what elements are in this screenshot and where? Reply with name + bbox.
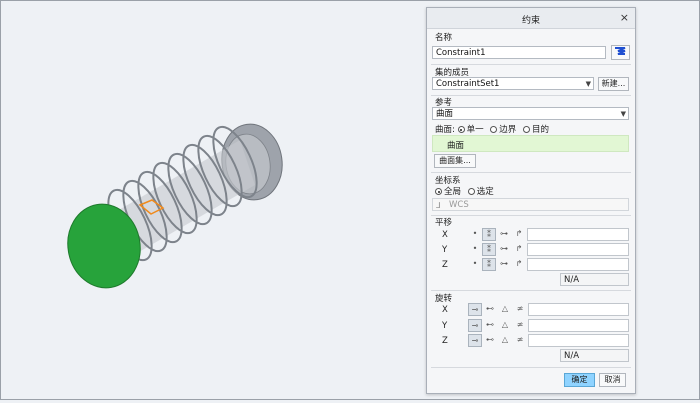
- rotation-y-label: Y: [442, 321, 448, 331]
- name-label: 名称: [435, 33, 453, 43]
- radio-boundary[interactable]: 边界: [490, 125, 516, 135]
- link-icon[interactable]: ⊶: [497, 243, 511, 256]
- rotation-y-value[interactable]: [528, 319, 629, 332]
- surface-mode-row: 曲面: 单一 边界 目的: [435, 123, 549, 135]
- reference-section: 参考 曲面 ▼ 曲面: 单一 边界 目的 曲面 曲面集...: [431, 96, 631, 173]
- prescribed-icon[interactable]: ↱: [512, 243, 526, 256]
- radio-selected[interactable]: 选定: [467, 187, 494, 197]
- rotation-fixed-icon[interactable]: ⊸: [468, 319, 482, 332]
- fixed-icon[interactable]: ⁑: [482, 243, 496, 256]
- cancel-button[interactable]: 取消: [599, 373, 626, 387]
- translation-x-value[interactable]: [527, 228, 629, 241]
- rotation-prescribed-icon[interactable]: ≄: [513, 334, 527, 347]
- coordinate-mode-row: 全局 选定: [435, 185, 494, 197]
- csys-icon: ⅃: [436, 201, 441, 210]
- surface-set-button[interactable]: 曲面集...: [434, 154, 476, 168]
- rotation-pin-icon[interactable]: △: [498, 334, 512, 347]
- rotation-z-label: Z: [442, 336, 448, 346]
- fixed-icon[interactable]: ⁑: [482, 228, 496, 241]
- rotation-x-value[interactable]: [528, 303, 629, 316]
- ok-button[interactable]: 确定: [564, 373, 595, 387]
- style-icon: [615, 47, 626, 55]
- radio-global[interactable]: 全局: [435, 187, 461, 197]
- translation-y-value[interactable]: [527, 243, 629, 256]
- chevron-down-icon: ▼: [585, 80, 591, 88]
- translation-section: 平移 X • ⁑ ⊶ ↱ Y • ⁑ ⊶ ↱ Z • ⁑ ⊶ ↱ N/A: [431, 216, 631, 291]
- link-icon[interactable]: ⊶: [497, 228, 511, 241]
- rotation-pin-icon[interactable]: △: [498, 319, 512, 332]
- dialog-titlebar[interactable]: 约束 ×: [427, 8, 635, 29]
- dialog-title: 约束: [521, 16, 540, 26]
- free-icon[interactable]: •: [468, 243, 482, 256]
- translation-y-label: Y: [442, 245, 448, 255]
- set-member-value: ConstraintSet1: [436, 79, 500, 89]
- reference-type-value: 曲面: [436, 109, 454, 119]
- name-input[interactable]: Constraint1: [432, 46, 606, 59]
- rotation-link-icon[interactable]: ⊷: [483, 303, 497, 316]
- translation-z-label: Z: [442, 260, 448, 270]
- set-member-section: 集的成员 ConstraintSet1 ▼ 新建...: [431, 65, 631, 96]
- rotation-fixed-icon[interactable]: ⊸: [468, 334, 482, 347]
- fixed-icon[interactable]: ⁑: [482, 258, 496, 271]
- rotation-prescribed-icon[interactable]: ≄: [513, 319, 527, 332]
- chevron-down-icon: ▼: [620, 110, 626, 118]
- surface-mode-label: 曲面:: [435, 125, 455, 135]
- coordinate-section: 坐标系 全局 选定 ⅃ WCS: [431, 173, 631, 216]
- prescribed-icon[interactable]: ↱: [512, 258, 526, 271]
- translation-na-field: N/A: [560, 273, 629, 286]
- name-style-button[interactable]: [611, 45, 630, 60]
- csys-field[interactable]: ⅃ WCS: [432, 198, 629, 211]
- spring-model: [67, 123, 283, 289]
- set-member-select[interactable]: ConstraintSet1 ▼: [432, 77, 594, 90]
- radio-intent[interactable]: 目的: [523, 125, 549, 135]
- link-icon[interactable]: ⊶: [497, 258, 511, 271]
- rotation-link-icon[interactable]: ⊷: [483, 334, 497, 347]
- rotation-prescribed-icon[interactable]: ≄: [513, 303, 527, 316]
- free-icon[interactable]: •: [468, 228, 482, 241]
- reference-type-select[interactable]: 曲面 ▼: [432, 107, 629, 120]
- rotation-section: 旋转 X ⊸ ⊷ △ ≄ Y ⊸ ⊷ △ ≄ Z ⊸ ⊷ △ ≄ N/A: [431, 292, 631, 368]
- rotation-fixed-icon[interactable]: ⊸: [468, 303, 482, 316]
- translation-x-label: X: [442, 230, 448, 240]
- csys-value: WCS: [449, 200, 469, 210]
- constraint-dialog: 约束 × 名称 Constraint1 集的成员 ConstraintSet1 …: [426, 7, 636, 394]
- rotation-pin-icon[interactable]: △: [498, 303, 512, 316]
- reference-collector[interactable]: 曲面: [432, 135, 629, 152]
- rotation-label: 旋转: [435, 294, 453, 304]
- reference-item[interactable]: 曲面: [447, 139, 464, 151]
- rotation-x-label: X: [442, 305, 448, 315]
- prescribed-icon[interactable]: ↱: [512, 228, 526, 241]
- rotation-link-icon[interactable]: ⊷: [483, 319, 497, 332]
- model-viewport[interactable]: [0, 0, 425, 400]
- close-icon[interactable]: ×: [620, 11, 629, 24]
- translation-label: 平移: [435, 218, 453, 228]
- radio-single[interactable]: 单一: [457, 125, 484, 135]
- free-icon[interactable]: •: [468, 258, 482, 271]
- new-set-button[interactable]: 新建...: [598, 77, 629, 91]
- rotation-z-value[interactable]: [528, 334, 629, 347]
- rotation-na-field: N/A: [560, 349, 629, 362]
- translation-z-value[interactable]: [527, 258, 629, 271]
- name-section: 名称 Constraint1: [431, 30, 631, 65]
